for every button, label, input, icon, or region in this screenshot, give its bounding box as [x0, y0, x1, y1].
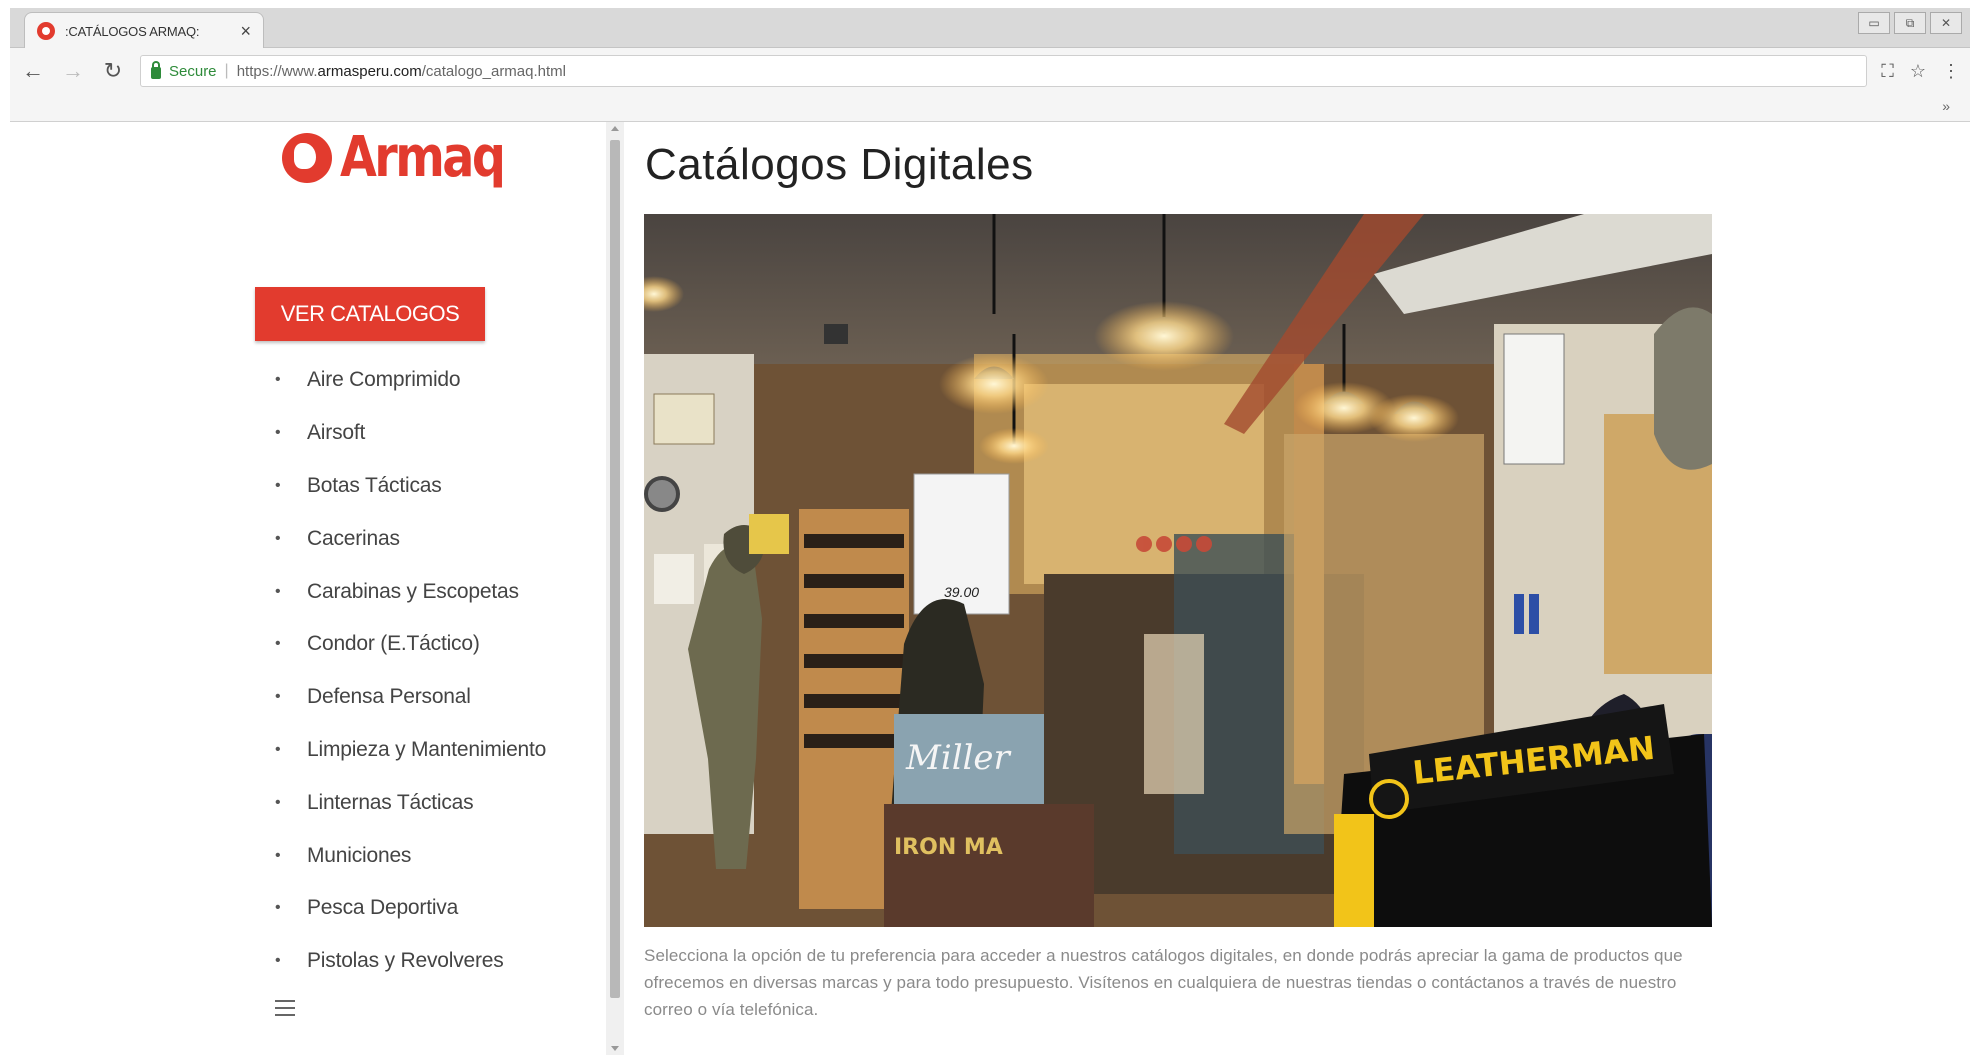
- category-item[interactable]: Cacerinas: [275, 512, 546, 565]
- category-item[interactable]: Pistolas y Revolveres: [275, 935, 546, 988]
- store-photo: 39.00 Miller IRON MA LEATHERMAN: [644, 214, 1712, 927]
- category-item[interactable]: Linternas Tácticas: [275, 776, 546, 829]
- lock-icon: [151, 60, 161, 79]
- browser-chrome: :CATÁLOGOS ARMAQ: × ▭ ⧉ ✕ ← → ↻ Secure |…: [10, 8, 1970, 122]
- miller-sign-text: Miller: [905, 738, 1012, 778]
- category-item[interactable]: Condor (E.Táctico): [275, 618, 546, 671]
- category-item[interactable]: Municiones: [275, 829, 546, 882]
- window-controls: ▭ ⧉ ✕: [1858, 12, 1962, 34]
- scroll-down-icon[interactable]: [611, 1046, 619, 1051]
- tab-strip: :CATÁLOGOS ARMAQ: × ▭ ⧉ ✕: [10, 8, 1970, 49]
- globe-logo-icon: [282, 133, 332, 183]
- back-icon[interactable]: ←: [20, 60, 46, 82]
- favicon-icon: [37, 22, 55, 40]
- web-page: Armaq VER CATALOGOS Aire Comprimido Airs…: [10, 122, 1970, 1055]
- page-title: Catálogos Digitales: [645, 140, 1034, 189]
- ironman-sign-text: IRON MA: [894, 835, 1003, 860]
- menu-kebab-icon[interactable]: ⋮: [1942, 61, 1960, 82]
- bookmarks-bar: »: [10, 94, 1970, 122]
- category-list: Aire Comprimido Airsoft Botas Tácticas C…: [275, 354, 546, 988]
- category-item[interactable]: Botas Tácticas: [275, 460, 546, 513]
- more-bookmarks-icon[interactable]: »: [1942, 98, 1950, 114]
- description-text: Selecciona la opción de tu preferencia p…: [644, 946, 1683, 1019]
- scroll-thumb[interactable]: [610, 140, 620, 998]
- browser-tab[interactable]: :CATÁLOGOS ARMAQ: ×: [24, 12, 264, 49]
- tab-close-icon[interactable]: ×: [240, 22, 251, 40]
- toolbar-right-icons: ⛶ ☆ ⋮: [1881, 61, 1960, 82]
- tab-title: :CATÁLOGOS ARMAQ:: [65, 23, 200, 39]
- ver-catalogos-button[interactable]: VER CATALOGOS: [255, 287, 485, 341]
- scrollbar[interactable]: [606, 122, 624, 1055]
- scroll-up-icon[interactable]: [611, 126, 619, 131]
- secure-label: Secure: [169, 62, 217, 80]
- category-item[interactable]: Limpieza y Mantenimiento: [275, 724, 546, 777]
- forward-icon[interactable]: →: [60, 60, 86, 82]
- hamburger-menu-icon[interactable]: [275, 1000, 295, 1016]
- bookmark-star-icon[interactable]: ☆: [1910, 61, 1926, 82]
- sidebar: Armaq VER CATALOGOS Aire Comprimido Airs…: [10, 122, 605, 1055]
- restore-icon[interactable]: ⧉: [1894, 12, 1926, 34]
- category-item[interactable]: Carabinas y Escopetas: [275, 565, 546, 618]
- category-item[interactable]: Pesca Deportiva: [275, 882, 546, 935]
- price-sign-text: 39.00: [944, 584, 979, 600]
- minimize-icon[interactable]: ▭: [1858, 12, 1890, 34]
- close-window-icon[interactable]: ✕: [1930, 12, 1962, 34]
- url-separator: |: [224, 62, 229, 79]
- logo-text: Armaq: [340, 125, 506, 190]
- address-bar[interactable]: Secure | https://www.armasperu.com/catal…: [140, 55, 1868, 87]
- category-item[interactable]: Aire Comprimido: [275, 354, 546, 407]
- category-item[interactable]: Airsoft: [275, 407, 546, 460]
- browser-toolbar: ← → ↻ Secure | https://www.armasperu.com…: [10, 48, 1970, 94]
- reload-icon[interactable]: ↻: [100, 60, 126, 82]
- armaq-logo[interactable]: Armaq: [282, 130, 532, 186]
- translate-icon[interactable]: ⛶: [1881, 61, 1894, 82]
- category-item[interactable]: Defensa Personal: [275, 671, 546, 724]
- url-text: https://www.armasperu.com/catalogo_armaq…: [236, 62, 566, 80]
